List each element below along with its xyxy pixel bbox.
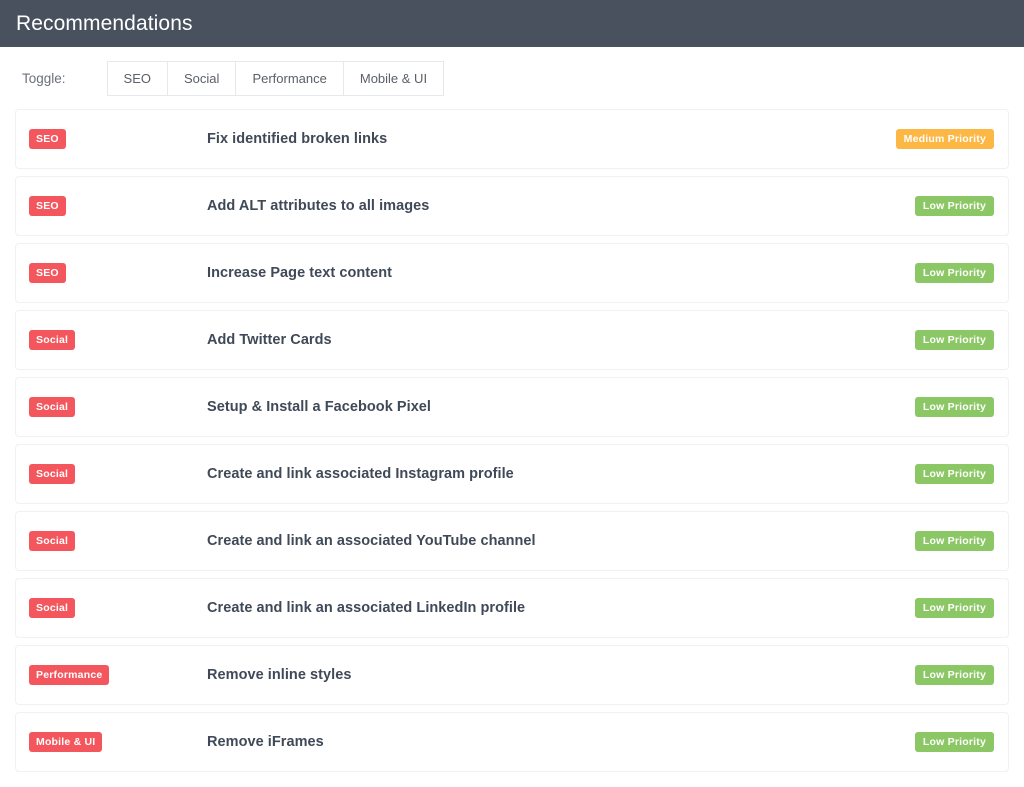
category-badge: Social: [29, 397, 75, 418]
category-badge: Mobile & UI: [29, 732, 102, 753]
toggle-button-performance[interactable]: Performance: [235, 61, 342, 96]
toggle-label: Toggle:: [22, 71, 66, 86]
recommendation-title: Create and link an associated LinkedIn p…: [207, 600, 525, 616]
title-cell: Fix identified broken links: [207, 131, 874, 147]
status-badge: Low Priority: [915, 665, 994, 686]
category-badge: Performance: [29, 665, 109, 686]
priority-cell: Low Priority: [874, 263, 994, 284]
category-badge: Social: [29, 464, 75, 485]
table-row[interactable]: Social Create and link an associated Link…: [15, 578, 1009, 638]
status-badge: Low Priority: [915, 330, 994, 351]
recommendation-title: Add Twitter Cards: [207, 332, 332, 348]
recommendation-title: Create and link an associated YouTube ch…: [207, 533, 536, 549]
category-cell: Mobile & UI: [29, 732, 207, 753]
category-cell: Social: [29, 330, 207, 351]
category-badge: Social: [29, 330, 75, 351]
recommendation-title: Add ALT attributes to all images: [207, 198, 429, 214]
priority-cell: Low Priority: [874, 196, 994, 217]
status-badge: Low Priority: [915, 732, 994, 753]
category-cell: SEO: [29, 263, 207, 284]
status-badge: Low Priority: [915, 196, 994, 217]
title-cell: Increase Page text content: [207, 265, 874, 281]
title-cell: Remove inline styles: [207, 667, 874, 683]
priority-cell: Low Priority: [874, 732, 994, 753]
title-cell: Create and link an associated LinkedIn p…: [207, 600, 874, 616]
priority-cell: Medium Priority: [874, 129, 994, 150]
category-badge: Social: [29, 598, 75, 619]
category-badge: SEO: [29, 196, 66, 217]
table-row[interactable]: Performance Remove inline styles Low Prior…: [15, 645, 1009, 705]
recommendation-title: Fix identified broken links: [207, 131, 387, 147]
category-cell: SEO: [29, 196, 207, 217]
table-row[interactable]: Social Create and link associated Instagr…: [15, 444, 1009, 504]
table-row[interactable]: Social Setup & Install a Facebook Pixel Lo…: [15, 377, 1009, 437]
toggle-button-seo[interactable]: SEO: [107, 61, 167, 96]
recommendation-title: Remove iFrames: [207, 734, 324, 750]
table-row[interactable]: Social Create and link an associated YouT…: [15, 511, 1009, 571]
recommendation-title: Create and link associated Instagram pro…: [207, 466, 514, 482]
title-cell: Create and link an associated YouTube ch…: [207, 533, 874, 549]
title-cell: Add Twitter Cards: [207, 332, 874, 348]
priority-cell: Low Priority: [874, 397, 994, 418]
status-badge: Low Priority: [915, 464, 994, 485]
status-badge: Low Priority: [915, 598, 994, 619]
table-row[interactable]: SEO Increase Page text content Low Priorit…: [15, 243, 1009, 303]
category-cell: Social: [29, 598, 207, 619]
toggle-button-mobile-ui[interactable]: Mobile & UI: [343, 61, 444, 96]
priority-cell: Low Priority: [874, 531, 994, 552]
table-row[interactable]: Social Add Twitter Cards Low Priority: [15, 310, 1009, 370]
panel-header: Recommendations: [0, 0, 1024, 47]
page-title: Recommendations: [16, 13, 193, 34]
status-badge: Low Priority: [915, 397, 994, 418]
title-cell: Create and link associated Instagram pro…: [207, 466, 874, 482]
category-cell: Social: [29, 531, 207, 552]
category-badge: SEO: [29, 129, 66, 150]
recommendations-page: Recommendations Toggle: SEO Social Perfo…: [0, 0, 1024, 787]
category-badge: Social: [29, 531, 75, 552]
status-badge: Low Priority: [915, 531, 994, 552]
title-cell: Add ALT attributes to all images: [207, 198, 874, 214]
priority-cell: Low Priority: [874, 665, 994, 686]
recommendation-title: Setup & Install a Facebook Pixel: [207, 399, 431, 415]
priority-cell: Low Priority: [874, 330, 994, 351]
priority-cell: Low Priority: [874, 464, 994, 485]
category-cell: Social: [29, 397, 207, 418]
status-badge: Medium Priority: [896, 129, 994, 150]
category-cell: SEO: [29, 129, 207, 150]
toggle-button-social[interactable]: Social: [167, 61, 235, 96]
recommendation-title: Remove inline styles: [207, 667, 351, 683]
status-badge: Low Priority: [915, 263, 994, 284]
title-cell: Remove iFrames: [207, 734, 874, 750]
category-cell: Social: [29, 464, 207, 485]
toggle-bar: Toggle: SEO Social Performance Mobile & …: [0, 47, 1024, 109]
title-cell: Setup & Install a Facebook Pixel: [207, 399, 874, 415]
table-row[interactable]: Mobile & UI Remove iFrames Low Priority: [15, 712, 1009, 772]
category-badge: SEO: [29, 263, 66, 284]
recommendation-title: Increase Page text content: [207, 265, 392, 281]
table-row[interactable]: SEO Add ALT attributes to all images Low P…: [15, 176, 1009, 236]
table-row[interactable]: SEO Fix identified broken links Medium Pri…: [15, 109, 1009, 169]
priority-cell: Low Priority: [874, 598, 994, 619]
category-cell: Performance: [29, 665, 207, 686]
recommendations-list: SEO Fix identified broken links Medium Pri…: [0, 109, 1024, 772]
category-filter-group: SEO Social Performance Mobile & UI: [107, 61, 445, 96]
